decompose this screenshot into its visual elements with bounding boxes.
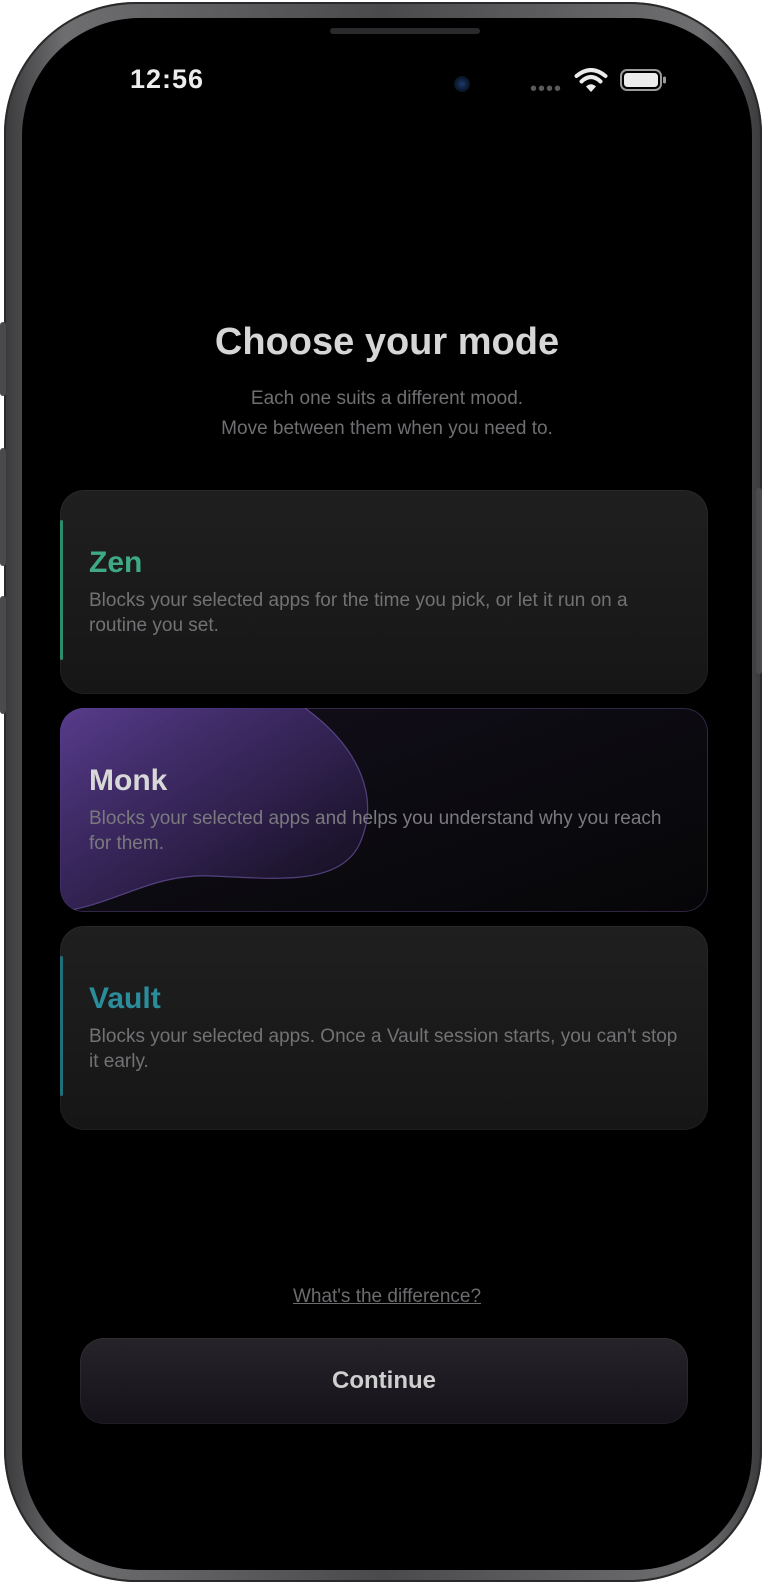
- page-title: Choose your mode: [214, 321, 560, 363]
- whats-the-difference-link[interactable]: What's the difference?: [22, 1286, 752, 1308]
- mode-title-vault: Vault: [89, 982, 161, 1015]
- volume-up-button: [0, 448, 6, 566]
- power-button: [756, 488, 762, 674]
- card-accent-bar: [60, 956, 63, 1096]
- volume-down-button: [0, 596, 6, 714]
- phone-frame: 12:56 •••• Choose your mode Each one sui…: [0, 2, 762, 1582]
- status-time: 12:56: [130, 64, 205, 94]
- mode-description-vault: Blocks your selected apps. Once a Vault …: [89, 1026, 678, 1072]
- action-button: [0, 322, 6, 396]
- mode-card-monk[interactable]: Monk Blocks your selected apps and helps…: [60, 708, 708, 912]
- mode-title-monk: Monk: [89, 764, 168, 797]
- wifi-icon: [574, 68, 608, 92]
- mode-description-zen: Blocks your selected apps for the time y…: [89, 590, 628, 636]
- front-camera: [454, 76, 470, 92]
- mode-card-vault[interactable]: Vault Blocks your selected apps. Once a …: [60, 926, 708, 1130]
- continue-button[interactable]: Continue: [80, 1338, 688, 1424]
- dynamic-island-edge: [330, 28, 480, 34]
- battery-icon: [620, 69, 666, 91]
- page-subtitle: Each one suits a different mood. Move be…: [22, 384, 752, 444]
- subtitle-line-1: Each one suits a different mood.: [250, 388, 524, 409]
- mode-card-zen[interactable]: Zen Blocks your selected apps for the ti…: [60, 490, 708, 694]
- cellular-dots-icon: ••••: [530, 78, 563, 100]
- subtitle-line-2: Move between them when you need to.: [221, 418, 553, 439]
- card-accent-bar: [60, 520, 63, 660]
- app-screen: 12:56 •••• Choose your mode Each one sui…: [22, 18, 752, 1570]
- mode-title-zen: Zen: [89, 546, 143, 579]
- mode-description-monk: Blocks your selected apps and helps you …: [89, 808, 662, 854]
